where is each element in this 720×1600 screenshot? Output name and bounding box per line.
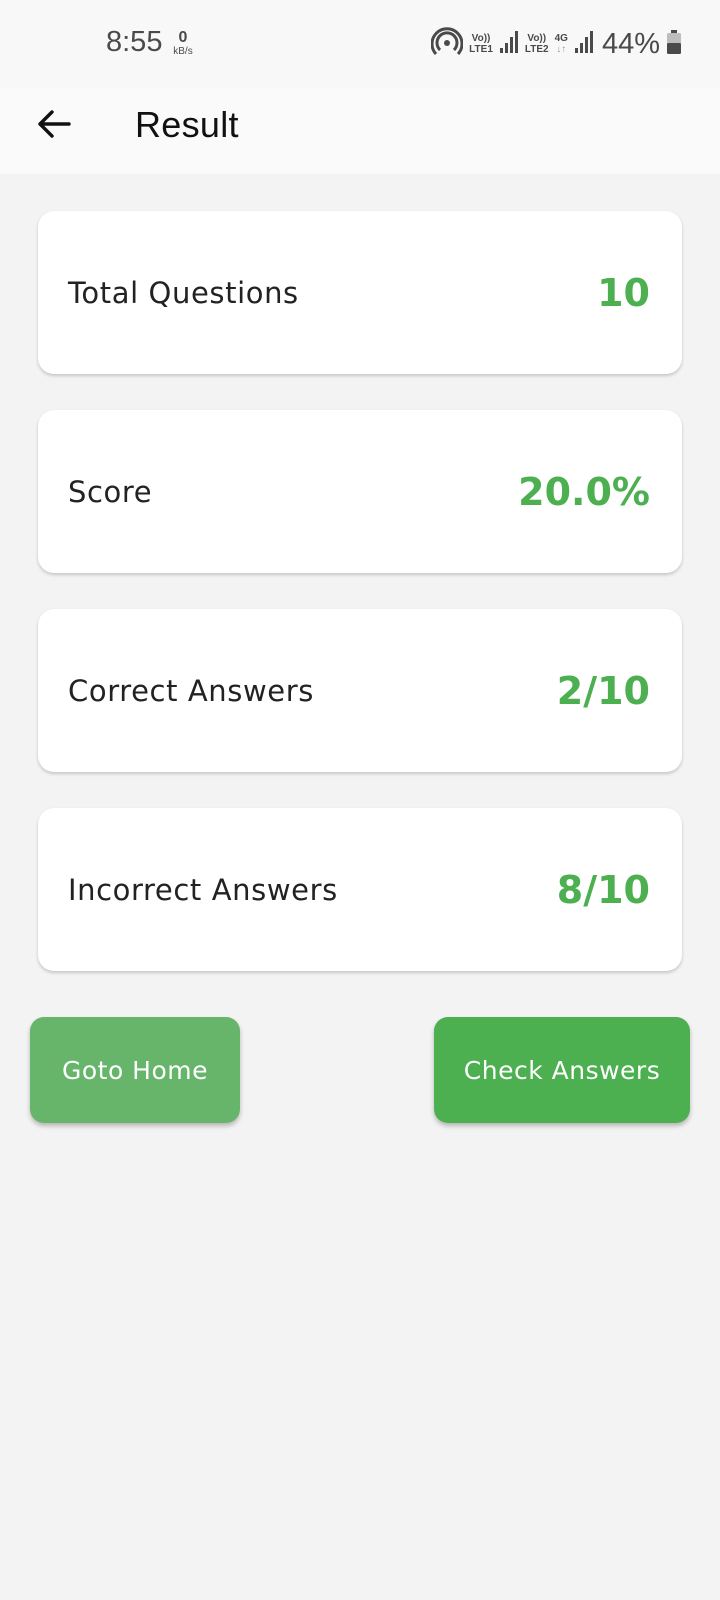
battery-percent: 44% xyxy=(601,27,660,60)
card-score: Score 20.0% xyxy=(38,410,682,573)
card-correct-answers: Correct Answers 2/10 xyxy=(38,609,682,772)
network-speed-unit: kB/s xyxy=(173,46,193,57)
sim1-lte-label: LTE1 xyxy=(469,44,493,55)
card-value: 20.0% xyxy=(518,469,650,514)
network-speed-value: 0 xyxy=(178,29,188,46)
card-value: 2/10 xyxy=(556,668,650,713)
status-time: 8:55 xyxy=(106,26,163,58)
sim2-lte-label: LTE2 xyxy=(524,44,549,55)
card-label: Correct Answers xyxy=(68,673,314,708)
network-speed: 0 kB/s xyxy=(170,30,196,57)
status-icons: Vo)) LTE1 Vo)) LTE2 4G ↓↑ 44% xyxy=(430,26,682,63)
goto-home-button[interactable]: Goto Home xyxy=(30,1017,240,1123)
network-type-label: 4G xyxy=(554,33,568,44)
card-value: 10 xyxy=(597,270,650,315)
card-label: Total Questions xyxy=(68,275,299,310)
hotspot-icon xyxy=(430,26,464,63)
arrow-left-icon xyxy=(36,106,72,146)
sim2-volte-label: Vo)) xyxy=(527,33,547,44)
sim1-volte-label: Vo)) xyxy=(471,33,491,44)
signal-sim2-icon xyxy=(574,29,594,60)
data-arrows-icon: ↓↑ xyxy=(556,44,567,55)
page-title: Result xyxy=(135,104,239,145)
battery-icon xyxy=(666,29,682,60)
card-label: Incorrect Answers xyxy=(68,872,338,907)
sim1-volte-icon: Vo)) LTE1 xyxy=(469,33,493,55)
check-answers-button[interactable]: Check Answers xyxy=(434,1017,690,1123)
app-bar: Result xyxy=(0,88,720,174)
card-total-questions: Total Questions 10 xyxy=(38,211,682,374)
card-incorrect-answers: Incorrect Answers 8/10 xyxy=(38,808,682,971)
sim2-volte-icon: Vo)) LTE2 xyxy=(525,33,549,55)
card-value: 8/10 xyxy=(556,867,650,912)
card-label: Score xyxy=(68,474,153,509)
back-button[interactable] xyxy=(30,102,78,150)
signal-sim1-icon xyxy=(499,29,519,60)
network-type-icon: 4G ↓↑ xyxy=(555,33,568,55)
status-bar: 8:55 0 kB/s Vo)) LTE1 Vo)) LTE2 4G ↓↑ 44… xyxy=(0,0,720,88)
